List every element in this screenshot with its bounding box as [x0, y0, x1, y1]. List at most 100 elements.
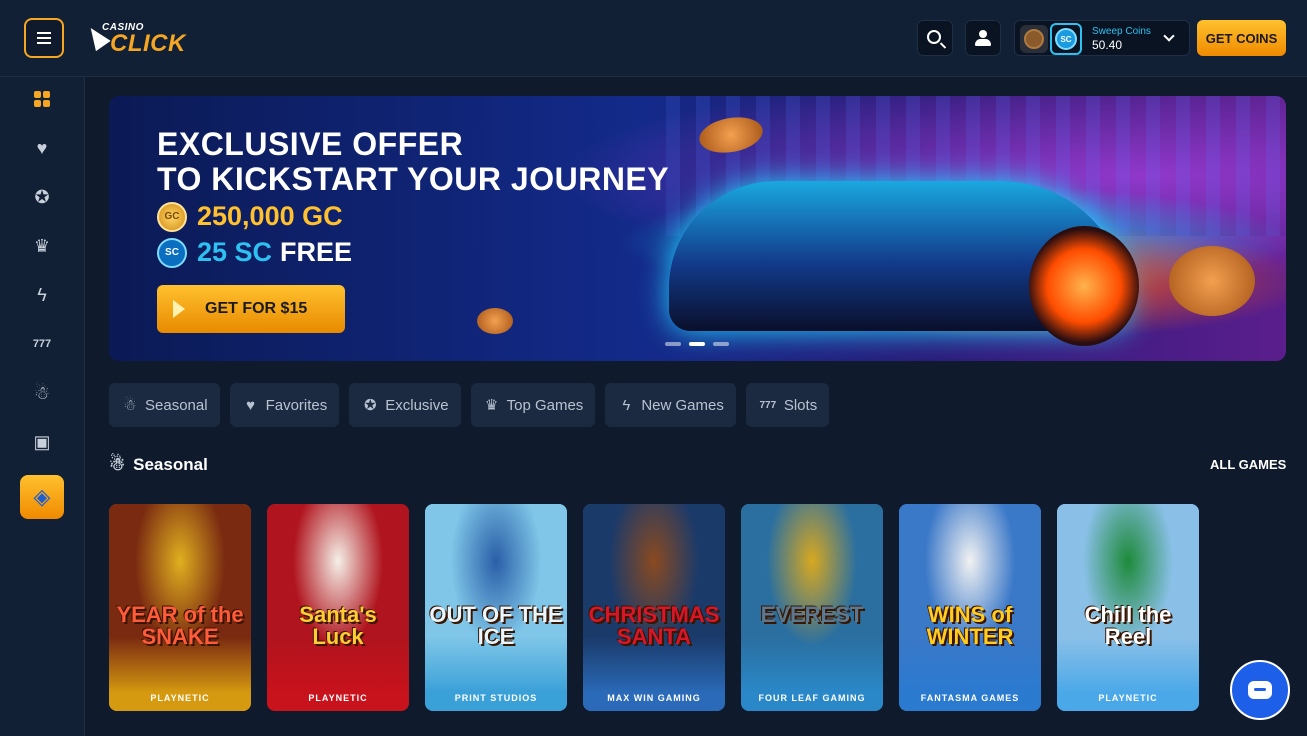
tab-exclusive[interactable]: ✪ Exclusive — [349, 383, 461, 427]
banner-car-wheel-glow — [1029, 226, 1139, 346]
gc-amount: 250,000 GC — [197, 201, 343, 231]
lightning-icon: ϟ — [37, 284, 47, 305]
game-thumbnail — [267, 504, 409, 694]
banner-sc-offer: SC 25 SC FREE — [157, 237, 352, 268]
get-offer-label: GET FOR $15 — [205, 300, 308, 317]
game-title: Santa's Luck — [299, 602, 377, 649]
profile-button[interactable] — [965, 20, 1001, 56]
game-card[interactable]: YEAR of the SNAKE PLAYNETIC — [109, 504, 251, 711]
tab-slots[interactable]: 777 Slots — [745, 383, 830, 427]
section-header: ☃ Seasonal — [109, 454, 208, 475]
search-button[interactable] — [917, 20, 953, 56]
gingerbread-icon: ☃ — [123, 397, 137, 414]
gingerbread-icon: ☃ — [33, 382, 51, 403]
gift-chest-icon: ◈ — [33, 484, 51, 509]
sidebar-item-exclusive[interactable]: ✪ — [20, 175, 64, 219]
sidebar: ♥ ✪ ♛ ϟ 777 ☃ ▣ ◈ — [0, 77, 85, 736]
game-thumbnail — [109, 504, 251, 694]
game-card[interactable]: EVEREST FOUR LEAF GAMING — [741, 504, 883, 711]
banner-gc-offer: GC 250,000 GC — [157, 201, 343, 232]
slots-777-icon: 777 — [759, 399, 777, 411]
grid-icon — [34, 91, 50, 107]
get-coins-button[interactable]: GET COINS — [1197, 20, 1286, 56]
game-card[interactable]: CHRISTMAS SANTA MAX WIN GAMING — [583, 504, 725, 711]
chevron-down-icon[interactable] — [1163, 30, 1175, 42]
carousel-dot[interactable] — [665, 342, 681, 346]
sc-free-label: FREE — [280, 237, 353, 267]
sc-amount: 25 SC — [197, 237, 273, 267]
tab-new-games[interactable]: ϟ New Games — [605, 383, 736, 427]
game-card[interactable]: OUT OF THE ICE PRINT STUDIOS — [425, 504, 567, 711]
banner-coin-image — [477, 308, 513, 334]
tab-label: Favorites — [265, 396, 328, 414]
game-thumbnail — [741, 504, 883, 694]
sweep-coin-icon: SC — [1055, 28, 1077, 50]
wallet-label: Sweep Coins — [1092, 26, 1151, 37]
banner-coin-image — [1169, 246, 1255, 316]
tab-favorites[interactable]: ♥ Favorites — [229, 383, 340, 427]
carousel-dot-active[interactable] — [689, 342, 705, 346]
game-thumbnail — [425, 504, 567, 694]
tab-label: Seasonal — [145, 396, 208, 414]
game-title: YEAR of the SNAKE — [116, 602, 244, 649]
gold-coin-icon — [1024, 29, 1044, 49]
sidebar-item-slots[interactable]: 777 — [20, 322, 64, 366]
game-provider: MAX WIN GAMING — [583, 685, 725, 711]
game-provider: FANTASMA GAMES — [899, 685, 1041, 711]
arrow-right-icon — [173, 300, 185, 318]
game-provider: PRINT STUDIOS — [425, 685, 567, 711]
carousel-dots — [665, 342, 729, 346]
sidebar-item-new-games[interactable]: ϟ — [20, 273, 64, 317]
sidebar-item-favorites[interactable]: ♥ — [20, 126, 64, 170]
game-provider: PLAYNETIC — [109, 685, 251, 711]
tab-label: Slots — [783, 396, 818, 414]
game-title: Chill the Reel — [1084, 602, 1172, 649]
game-card[interactable]: Santa's Luck PLAYNETIC — [267, 504, 409, 711]
lightning-icon: ϟ — [622, 396, 631, 414]
game-provider: PLAYNETIC — [267, 685, 409, 711]
game-title: EVEREST — [760, 602, 864, 627]
game-thumbnail — [1057, 504, 1199, 694]
sidebar-promo-gift[interactable]: ◈ — [20, 475, 64, 519]
wallet-amount: 50.40 — [1092, 38, 1123, 52]
user-icon — [975, 30, 991, 46]
game-card[interactable]: WINS of WINTER FANTASMA GAMES — [899, 504, 1041, 711]
all-games-link[interactable]: ALL GAMES — [1210, 457, 1286, 472]
sidebar-item-lobby[interactable] — [20, 77, 64, 121]
slots-777-icon: 777 — [32, 338, 52, 350]
promo-banner[interactable]: EXCLUSIVE OFFER TO KICKSTART YOUR JOURNE… — [109, 96, 1286, 361]
game-provider: FOUR LEAF GAMING — [741, 685, 883, 711]
top-bar: CASINO CLICK SC Sweep Coins 50.40 GET CO… — [0, 0, 1307, 77]
trophy-icon: ♛ — [33, 235, 51, 256]
gold-coin-toggle[interactable] — [1020, 25, 1048, 53]
award-icon: ✪ — [363, 397, 377, 414]
game-title: OUT OF THE ICE — [429, 602, 563, 649]
logo[interactable]: CASINO CLICK — [83, 20, 194, 57]
sweep-coin-toggle[interactable]: SC — [1050, 23, 1082, 55]
chat-icon — [1248, 681, 1272, 699]
live-chat-button[interactable] — [1230, 660, 1290, 720]
tab-label: Exclusive — [385, 396, 449, 414]
tab-seasonal[interactable]: ☃ Seasonal — [109, 383, 220, 427]
trophy-icon: ♛ — [484, 397, 499, 414]
heart-icon: ♥ — [246, 396, 256, 414]
tab-top-games[interactable]: ♛ Top Games — [470, 383, 596, 427]
award-icon: ✪ — [34, 186, 50, 207]
carousel-dot[interactable] — [713, 342, 729, 346]
menu-icon — [37, 37, 51, 39]
get-offer-button[interactable]: GET FOR $15 — [157, 285, 345, 333]
sweep-coin-icon: SC — [157, 237, 187, 268]
game-thumbnail — [583, 504, 725, 694]
wallet-selector[interactable]: SC Sweep Coins 50.40 — [1014, 20, 1190, 56]
search-icon — [926, 29, 941, 44]
sidebar-item-seasonal[interactable]: ☃ — [20, 371, 64, 415]
gingerbread-icon: ☃ — [109, 454, 126, 474]
game-title: CHRISTMAS SANTA — [588, 602, 720, 649]
game-card[interactable]: Chill the Reel PLAYNETIC — [1057, 504, 1199, 711]
hamburger-menu-button[interactable] — [24, 18, 64, 58]
sidebar-item-live[interactable]: ▣ — [20, 420, 64, 464]
game-title: WINS of WINTER — [926, 602, 1014, 649]
sidebar-item-top-games[interactable]: ♛ — [20, 224, 64, 268]
banner-headline-2: TO KICKSTART YOUR JOURNEY — [157, 161, 670, 197]
tab-label: Top Games — [506, 396, 584, 414]
